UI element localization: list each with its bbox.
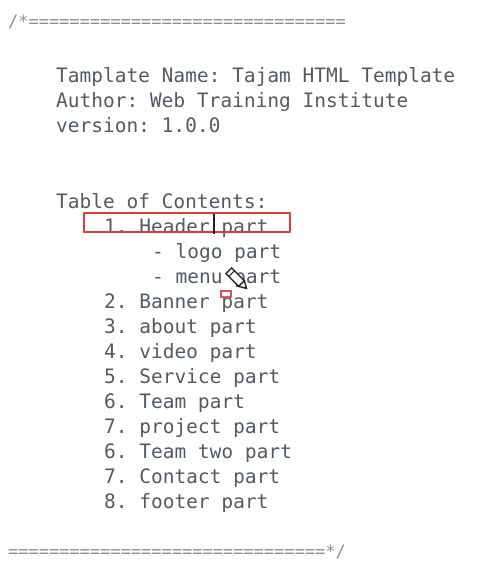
comment-open-line: /*=============================== <box>8 12 346 32</box>
toc-item-team: 6. Team part <box>104 390 245 413</box>
author-line: Author: Web Training Institute <box>56 89 409 112</box>
toc-item-video: 4. video part <box>104 340 257 363</box>
toc-subitem-menu: - menu part <box>152 265 282 288</box>
toc-item-service: 5. Service part <box>104 365 281 388</box>
template-name-line: Tamplate Name: Tajam HTML Template <box>56 64 456 87</box>
toc-item-contact: 7. Contact part <box>104 465 281 488</box>
toc-title-line: Table of Contents: <box>56 190 268 213</box>
toc-item-footer: 8. footer part <box>104 490 269 513</box>
pencil-cursor-icon <box>224 266 248 290</box>
toc-item-team-two: 6. Team two part <box>104 440 292 463</box>
toc-item-about: 3. about part <box>104 315 257 338</box>
code-editor[interactable]: /*=============================== Tampla… <box>0 0 480 570</box>
version-line: version: 1.0.0 <box>56 114 221 137</box>
comment-close-line: ===============================*/ <box>8 542 346 562</box>
text-caret <box>213 214 215 234</box>
toc-item-project: 7. project part <box>104 415 281 438</box>
selection-highlight-box <box>83 212 291 233</box>
toc-subitem-logo: - logo part <box>152 240 282 263</box>
